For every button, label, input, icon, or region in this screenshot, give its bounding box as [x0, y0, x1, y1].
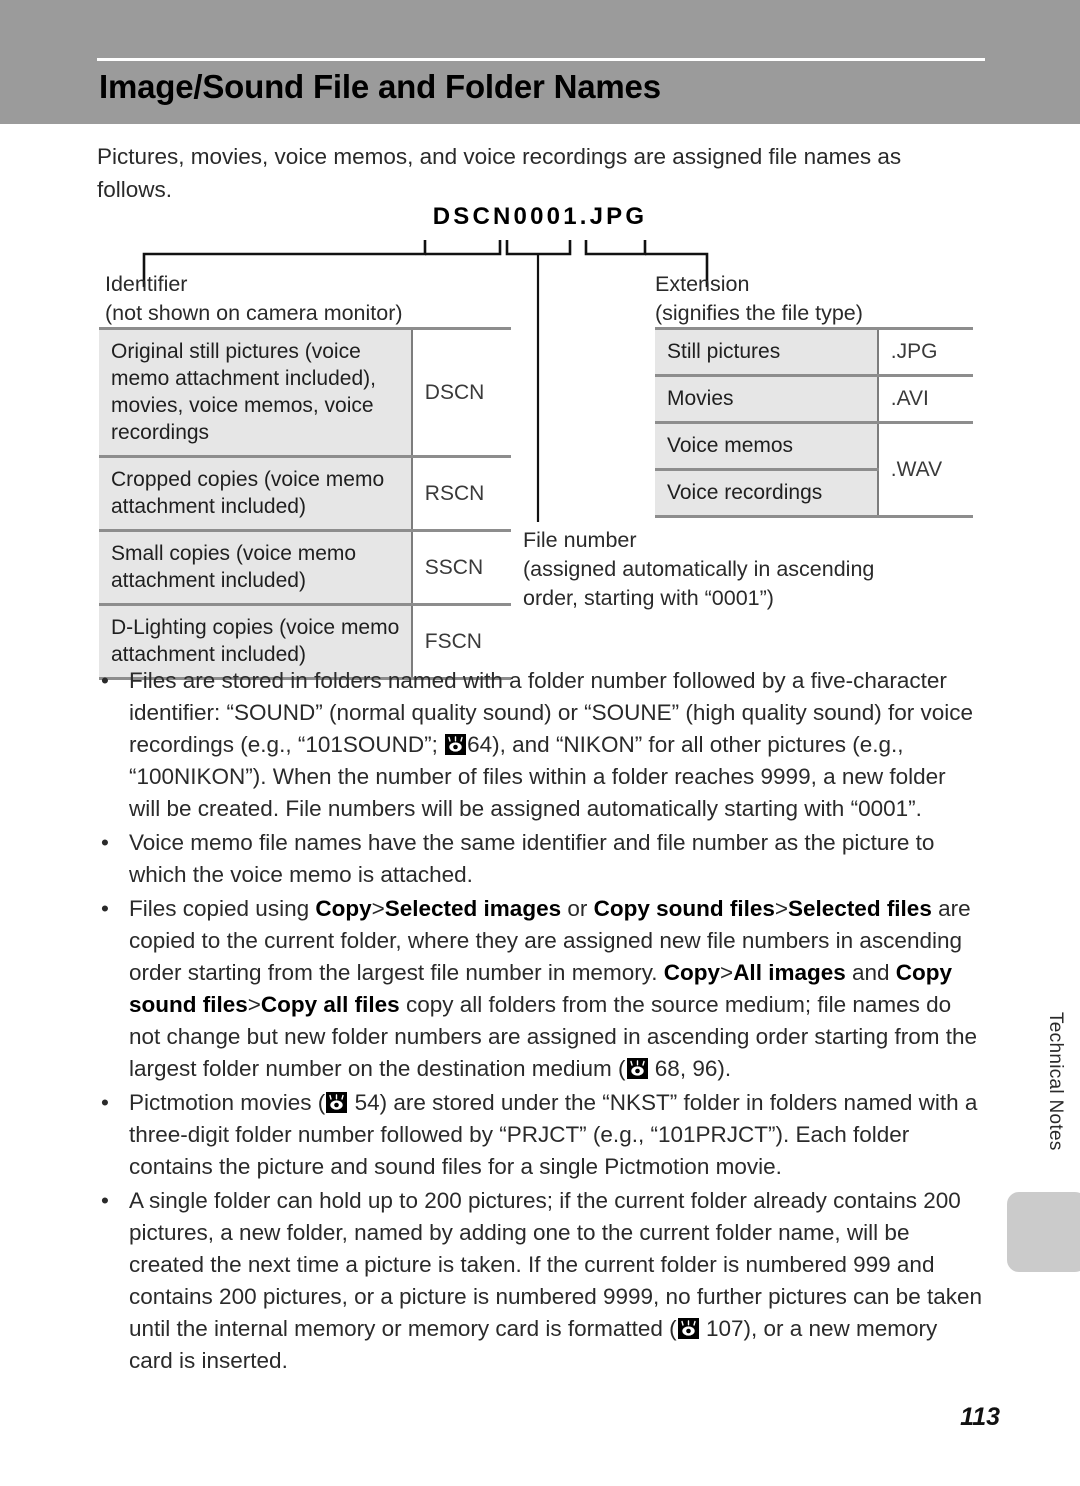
menu-name-copy-2: Copy	[663, 960, 721, 985]
menu-name-copy: Copy	[315, 896, 372, 921]
extension-row-value-wav: .WAV	[876, 421, 973, 518]
table-row: Small copies (voice memo attachment incl…	[99, 529, 511, 606]
list-item: • A single folder can hold up to 200 pic…	[97, 1185, 983, 1377]
bullet-dot: •	[101, 1090, 109, 1115]
bullet-4-reference-page: 54	[354, 1090, 380, 1115]
file-number-bracket	[505, 240, 572, 522]
table-row: Still pictures .JPG	[655, 327, 973, 377]
menu-name-all-images: All images	[733, 960, 846, 985]
identifier-row-value: DSCN	[410, 327, 511, 458]
bullet-1-reference-page: 64	[467, 732, 493, 757]
menu-name-copy-all-files: Copy all files	[260, 992, 400, 1017]
see-also-eye-icon	[677, 1318, 699, 1339]
page-header-band: Image/Sound File and Folder Names	[0, 0, 1080, 124]
bullet-3-text-part4: and	[845, 960, 896, 985]
page-number: 113	[960, 1403, 1000, 1431]
extension-table: Still pictures .JPG Movies .AVI Voice me…	[655, 327, 973, 518]
menu-name-selected-files: Selected files	[788, 896, 932, 921]
bullet-dot: •	[101, 668, 109, 693]
identifier-row-label: Original still pictures (voice memo atta…	[99, 327, 412, 458]
extension-row-value: .JPG	[876, 327, 973, 377]
notes-bullet-list: • Files are stored in folders named with…	[97, 665, 983, 1379]
page-title: Image/Sound File and Folder Names	[99, 68, 661, 105]
bullet-3-text-part1: Files copied using	[129, 896, 316, 921]
menu-separator: >	[774, 896, 789, 921]
identifier-row-label: Small copies (voice memo attachment incl…	[99, 529, 412, 606]
file-number-callout-note-line1: (assigned automatically in ascending	[523, 557, 875, 581]
bullet-5-reference-page: 107	[705, 1316, 744, 1341]
extension-callout-note: (signifies the file type)	[655, 301, 863, 325]
see-also-eye-icon	[326, 1092, 348, 1113]
extension-callout: Extension (signifies the file type)	[655, 270, 863, 328]
bullet-3-text-part6: ).	[717, 1056, 732, 1081]
section-side-label: Technical Notes	[1045, 1012, 1066, 1151]
see-also-eye-icon	[445, 734, 467, 755]
identifier-row-label: Cropped copies (voice memo attachment in…	[99, 455, 412, 532]
sample-filename: DSCN0001.JPG	[432, 203, 648, 230]
extension-row-label: Voice recordings	[655, 468, 878, 518]
table-row: Cropped copies (voice memo attachment in…	[99, 455, 511, 532]
extension-callout-label: Extension	[655, 272, 750, 296]
see-also-eye-icon	[626, 1058, 648, 1079]
section-thumb-tab	[1007, 1192, 1080, 1272]
bullet-dot: •	[101, 896, 109, 921]
table-row: Voice memos .WAV	[655, 421, 973, 518]
extension-row-label: Voice memos	[655, 421, 878, 471]
table-row: Original still pictures (voice memo atta…	[99, 327, 511, 458]
bullet-3-text-part2: or	[561, 896, 594, 921]
list-item: • Voice memo file names have the same id…	[97, 827, 983, 891]
file-number-callout-note-line2: order, starting with “0001”)	[523, 586, 774, 610]
list-item: • Files are stored in folders named with…	[97, 665, 983, 825]
menu-separator: >	[720, 960, 734, 985]
bullet-4-text-part1: Pictmotion movies (	[129, 1090, 326, 1115]
intro-paragraph: Pictures, movies, voice memos, and voice…	[97, 144, 902, 202]
list-item: • Files copied using Copy>Selected image…	[97, 893, 983, 1085]
extension-row-label: Still pictures	[655, 327, 878, 377]
bullet-dot: •	[101, 830, 109, 855]
menu-name-copy-sound-files: Copy sound files	[593, 896, 775, 921]
extension-row-label: Movies	[655, 374, 878, 424]
identifier-callout-note: (not shown on camera monitor)	[105, 301, 403, 325]
extension-row-value: .AVI	[876, 374, 973, 424]
bullet-dot: •	[101, 1188, 109, 1213]
identifier-row-value: RSCN	[410, 455, 511, 532]
menu-name-selected-images: Selected images	[384, 896, 562, 921]
identifier-row-value: SSCN	[410, 529, 511, 606]
identifier-callout-label: Identifier	[105, 272, 188, 296]
file-number-callout: File number (assigned automatically in a…	[523, 526, 923, 613]
bullet-3-reference-pages: 68, 96	[654, 1056, 718, 1081]
identifier-table: Original still pictures (voice memo atta…	[99, 327, 511, 680]
menu-separator: >	[371, 896, 385, 921]
list-item: • Pictmotion movies ( 54) are stored und…	[97, 1087, 983, 1183]
bullet-2-text: Voice memo file names have the same iden…	[129, 830, 935, 887]
table-row: Movies .AVI	[655, 374, 973, 424]
identifier-callout: Identifier (not shown on camera monitor)	[105, 270, 403, 328]
menu-separator: >	[247, 992, 261, 1017]
header-divider-rule	[97, 58, 985, 61]
file-number-callout-label: File number	[523, 528, 637, 552]
